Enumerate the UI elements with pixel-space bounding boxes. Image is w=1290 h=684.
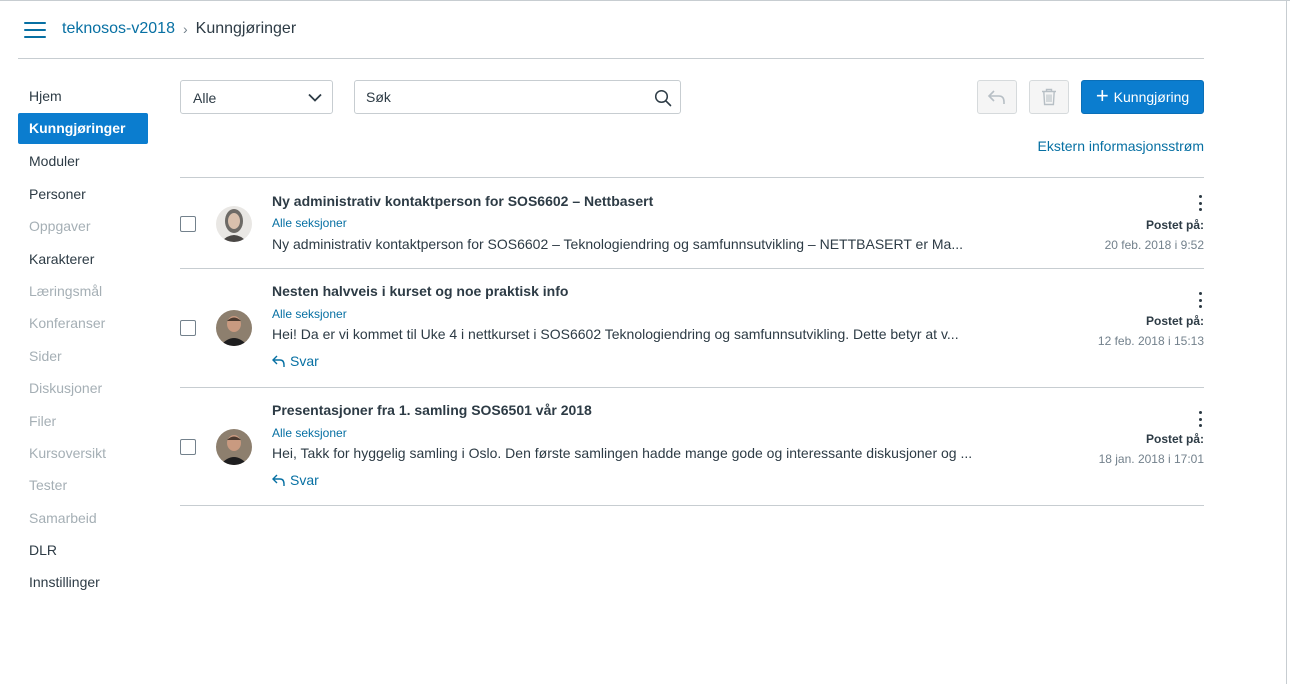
announcement-excerpt: Hei, Takk for hyggelig samling i Oslo. D…	[272, 445, 973, 461]
chevron-down-icon	[308, 93, 322, 102]
posted-date: 12 feb. 2018 i 15:13	[1097, 334, 1204, 348]
search-input[interactable]	[355, 81, 645, 113]
breadcrumb-separator: ›	[182, 21, 188, 37]
announcement-excerpt: Ny administrativ kontaktperson for SOS66…	[272, 236, 964, 252]
reply-arrow-icon	[272, 355, 285, 367]
nav-item-filer[interactable]: Filer	[18, 405, 148, 437]
external-feed-link[interactable]: Ekstern informasjonsstrøm	[1038, 138, 1204, 154]
course-navigation: Hjem Kunngjøringer Moduler Personer Oppg…	[18, 80, 148, 599]
announcement-title[interactable]: Ny administrativ kontaktperson for SOS66…	[272, 193, 653, 209]
posted-date: 18 jan. 2018 i 17:01	[1098, 452, 1204, 466]
delete-button[interactable]	[1029, 80, 1069, 114]
announcement-list: Ny administrativ kontaktperson for SOS66…	[180, 177, 1204, 506]
filter-select-value: Alle	[193, 90, 217, 106]
announcement-sections[interactable]: Alle seksjoner	[272, 216, 347, 230]
reply-label: Svar	[290, 472, 319, 488]
select-announcement-checkbox[interactable]	[180, 320, 196, 336]
nav-item-innstillinger[interactable]: Innstillinger	[18, 566, 148, 598]
nav-item-oppgaver[interactable]: Oppgaver	[18, 210, 148, 242]
announcement-row[interactable]: Ny administrativ kontaktperson for SOS66…	[180, 177, 1204, 268]
nav-item-dlr[interactable]: DLR	[18, 534, 148, 566]
nav-item-hjem[interactable]: Hjem	[18, 80, 148, 112]
announcement-sections[interactable]: Alle seksjoner	[272, 307, 347, 321]
announcement-sections[interactable]: Alle seksjoner	[272, 426, 347, 440]
nav-item-samarbeid[interactable]: Samarbeid	[18, 502, 148, 534]
nav-item-laeringsmal[interactable]: Læringsmål	[18, 275, 148, 307]
person-photo-icon	[216, 310, 252, 346]
author-avatar[interactable]	[216, 310, 252, 346]
section-filter-select[interactable]: Alle	[180, 80, 333, 114]
reply-link[interactable]: Svar	[272, 353, 319, 369]
hamburger-menu-icon[interactable]	[24, 22, 46, 38]
plus-icon: +	[1095, 83, 1109, 108]
author-avatar[interactable]	[216, 206, 252, 242]
breadcrumb-course-link[interactable]: teknosos-v2018	[62, 20, 175, 38]
announcement-row[interactable]: Nesten halvveis i kurset og noe praktisk…	[180, 268, 1204, 387]
more-options-icon[interactable]	[1196, 292, 1204, 308]
reply-link[interactable]: Svar	[272, 472, 319, 488]
add-announcement-label: Kunngjøring	[1113, 89, 1190, 105]
breadcrumb-current-page: Kunngjøringer	[195, 20, 297, 37]
add-announcement-button[interactable]: + Kunngjøring	[1081, 80, 1204, 114]
announcement-title[interactable]: Presentasjoner fra 1. samling SOS6501 vå…	[272, 402, 592, 418]
more-options-icon[interactable]	[1196, 195, 1204, 211]
breadcrumb: teknosos-v2018 › Kunngjøringer	[62, 20, 296, 38]
reply-arrow-icon	[272, 474, 285, 486]
reply-arrow-icon	[987, 90, 1005, 104]
nav-item-kursoversikt[interactable]: Kursoversikt	[18, 437, 148, 469]
posted-label: Postet på:	[1145, 432, 1204, 446]
announcement-title[interactable]: Nesten halvveis i kurset og noe praktisk…	[272, 283, 568, 299]
nav-item-diskusjoner[interactable]: Diskusjoner	[18, 372, 148, 404]
posted-date: 20 feb. 2018 i 9:52	[1104, 238, 1204, 252]
announcement-excerpt: Hei! Da er vi kommet til Uke 4 i nettkur…	[272, 326, 959, 342]
nav-item-personer[interactable]: Personer	[18, 178, 148, 210]
trash-icon	[1042, 88, 1056, 106]
nav-item-kunngjoringer[interactable]: Kunngjøringer	[18, 113, 148, 145]
posted-label: Postet på:	[1145, 314, 1204, 328]
search-box	[354, 80, 681, 114]
select-announcement-checkbox[interactable]	[180, 216, 196, 232]
nav-item-konferanser[interactable]: Konferanser	[18, 307, 148, 339]
announcement-row[interactable]: Presentasjoner fra 1. samling SOS6501 vå…	[180, 387, 1204, 506]
person-photo-icon	[216, 206, 252, 242]
header-divider	[18, 58, 1204, 59]
more-options-icon[interactable]	[1196, 411, 1204, 427]
reply-label: Svar	[290, 353, 319, 369]
nav-item-sider[interactable]: Sider	[18, 340, 148, 372]
select-announcement-checkbox[interactable]	[180, 439, 196, 455]
mark-as-read-button[interactable]	[977, 80, 1017, 114]
nav-item-karakterer[interactable]: Karakterer	[18, 243, 148, 275]
nav-item-moduler[interactable]: Moduler	[18, 145, 148, 177]
posted-label: Postet på:	[1145, 218, 1204, 232]
nav-item-tester[interactable]: Tester	[18, 469, 148, 501]
author-avatar[interactable]	[216, 429, 252, 465]
search-icon[interactable]	[654, 89, 672, 107]
right-border	[1286, 0, 1287, 684]
person-photo-icon	[216, 429, 252, 465]
top-border	[0, 0, 1290, 1]
